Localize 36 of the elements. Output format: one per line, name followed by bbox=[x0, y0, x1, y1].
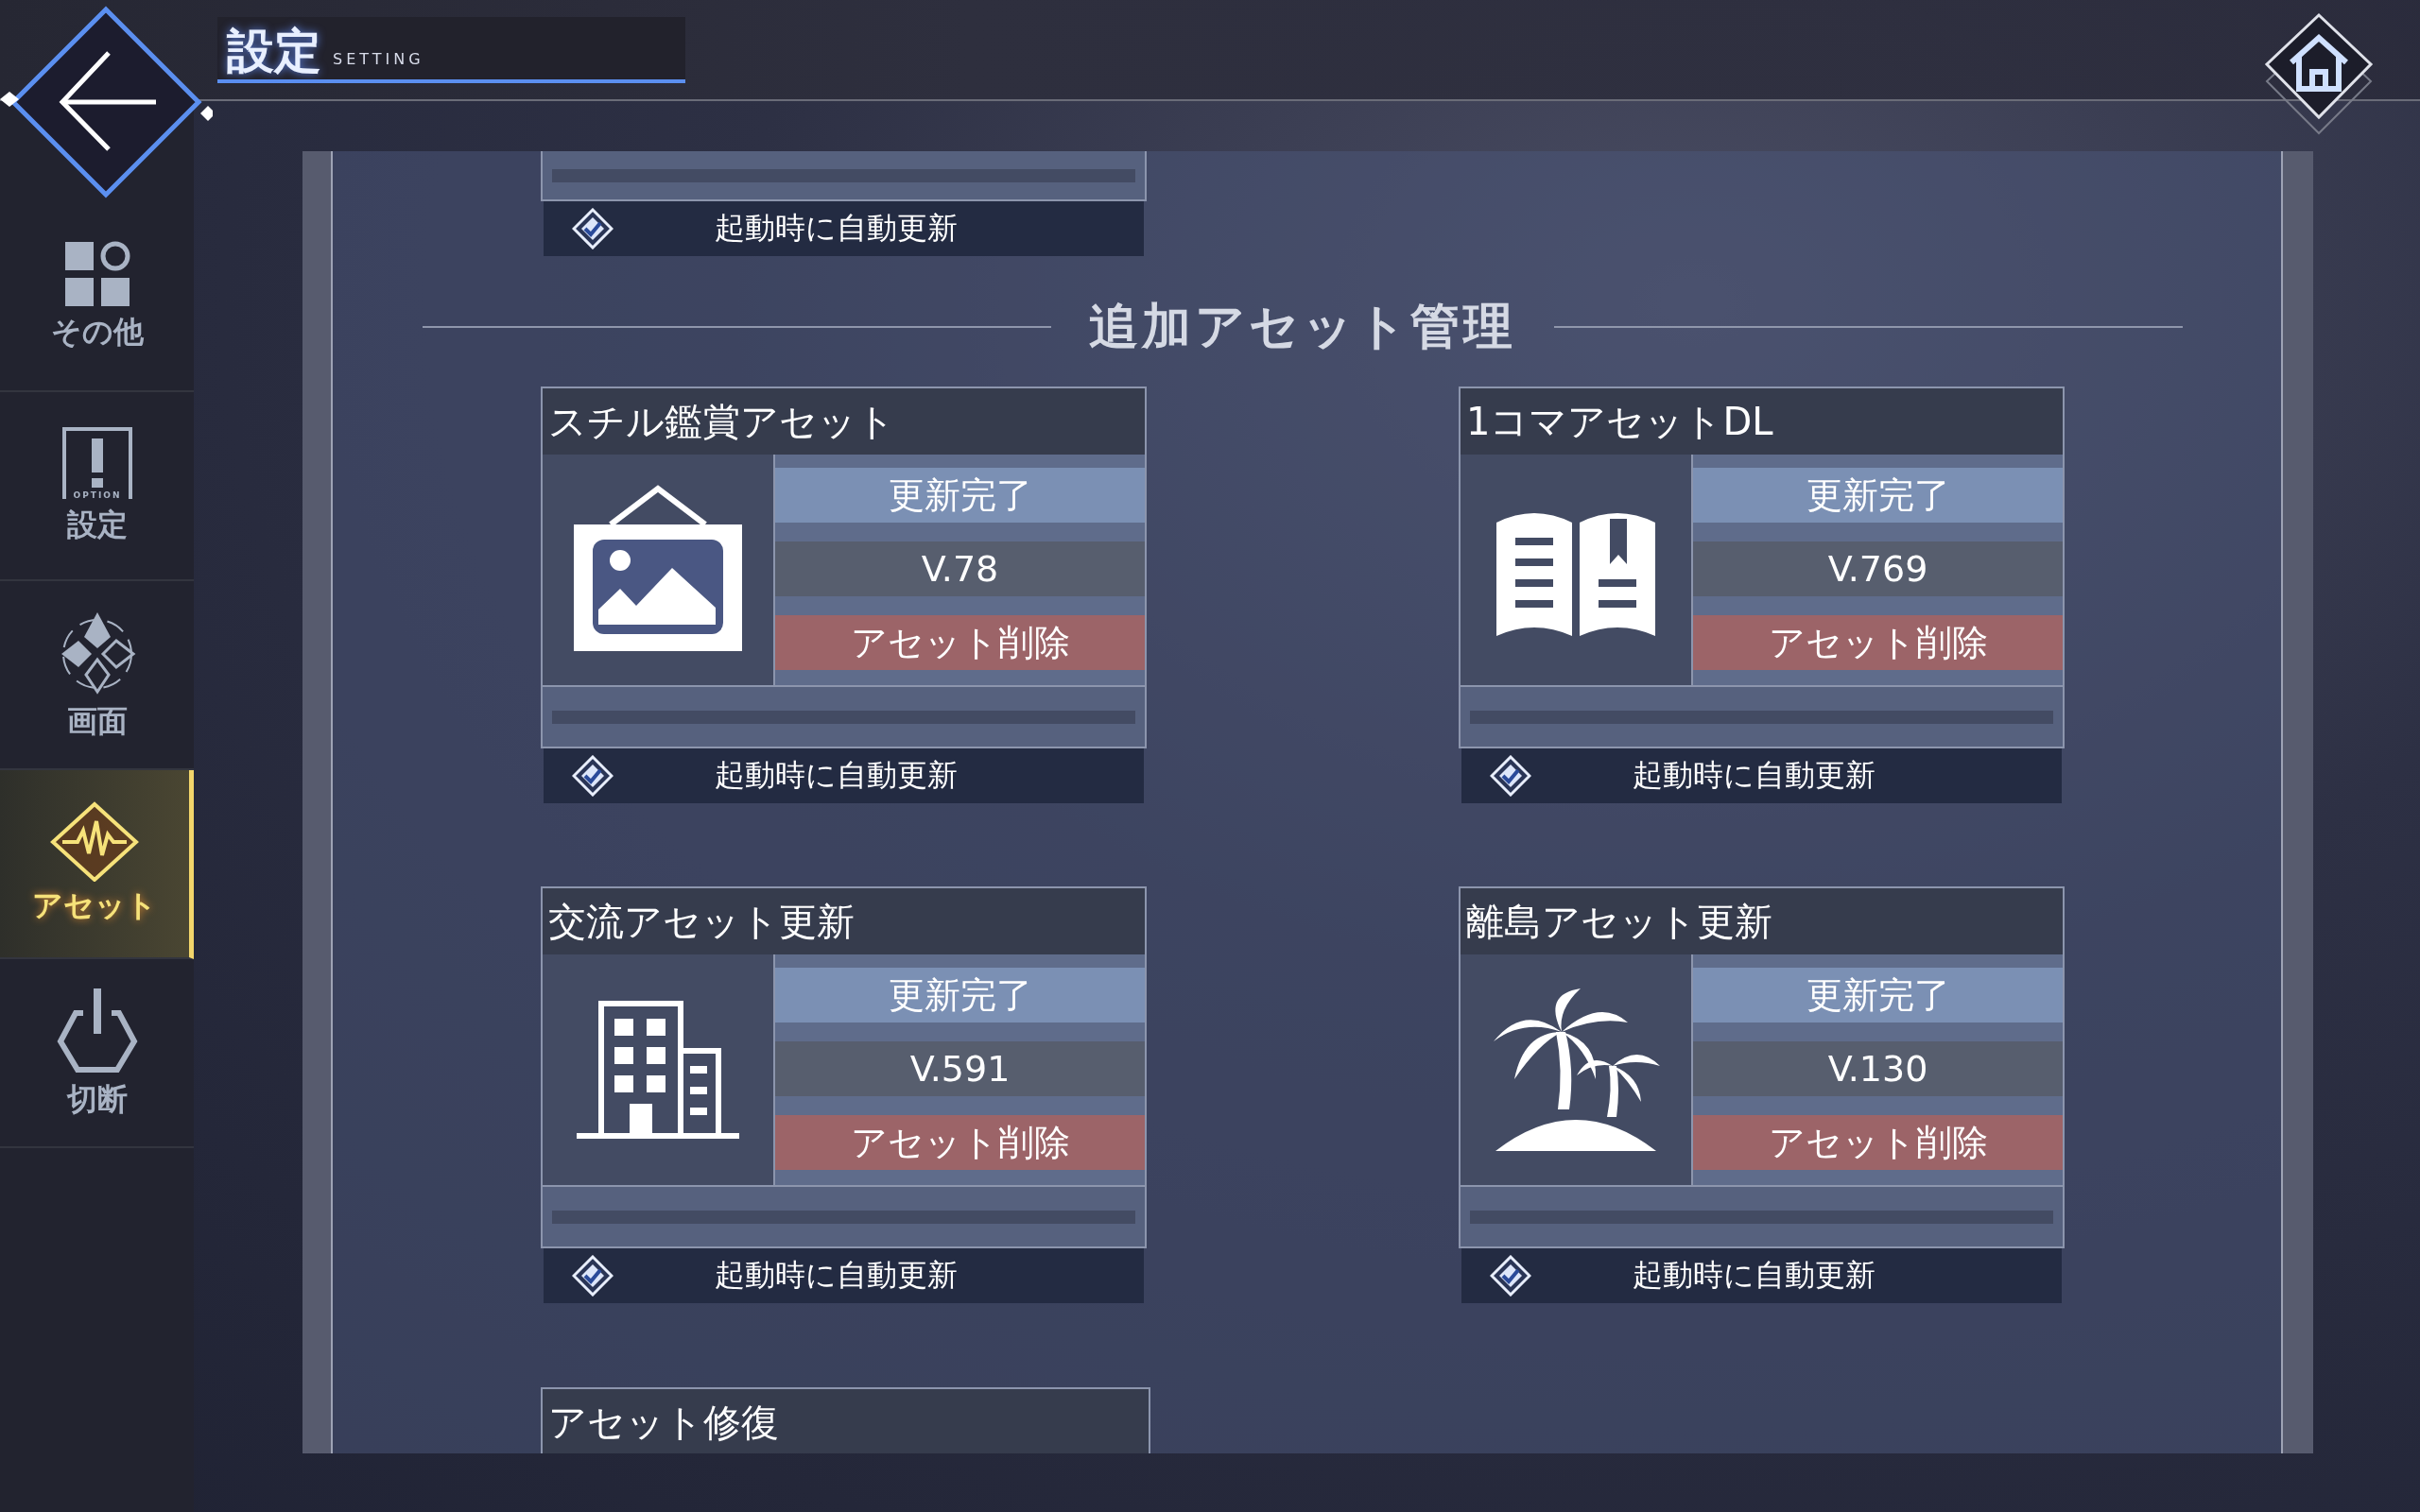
version-label: V.78 bbox=[775, 541, 1145, 596]
sidebar-tab[interactable]: その他 bbox=[0, 203, 194, 392]
delete-button[interactable]: アセット削除 bbox=[775, 615, 1145, 670]
page-title: 設定 bbox=[227, 23, 321, 79]
version-label: V.769 bbox=[1693, 541, 2063, 596]
card-title: スチル鑑賞アセット bbox=[543, 388, 1145, 455]
delete-button[interactable]: アセット削除 bbox=[1693, 1115, 2063, 1170]
grid-icon bbox=[62, 240, 131, 308]
checkbox-icon[interactable] bbox=[572, 755, 614, 797]
sidebar-tab[interactable]: 切断 bbox=[0, 959, 194, 1148]
status-label: 更新完了 bbox=[775, 968, 1145, 1022]
checkbox-icon[interactable] bbox=[572, 1255, 614, 1297]
pulse-diamond-icon bbox=[49, 800, 140, 882]
sidebar-tab[interactable]: アセット bbox=[0, 770, 194, 959]
status-label: 更新完了 bbox=[1693, 968, 2063, 1022]
checkbox-icon[interactable] bbox=[1490, 1255, 1531, 1297]
card-title: 1コマアセットDL bbox=[1461, 388, 2063, 455]
checkbox-icon[interactable] bbox=[572, 208, 614, 249]
page-subtitle: SETTING bbox=[333, 50, 424, 68]
section-title: 追加アセット管理 bbox=[1089, 296, 1516, 356]
version-label: V.591 bbox=[775, 1041, 1145, 1096]
version-label: V.130 bbox=[1693, 1041, 2063, 1096]
auto-update-toggle[interactable]: 起動時に自動更新 bbox=[544, 201, 1144, 256]
auto-update-toggle[interactable]: 起動時に自動更新 bbox=[544, 1248, 1144, 1303]
auto-update-toggle[interactable]: 起動時に自動更新 bbox=[1461, 748, 2062, 803]
delete-button[interactable]: アセット削除 bbox=[775, 1115, 1145, 1170]
status-label: 更新完了 bbox=[775, 468, 1145, 523]
card-title: 離島アセット更新 bbox=[1461, 888, 2063, 954]
status-label: 更新完了 bbox=[1693, 468, 2063, 523]
card-title: アセット修復 bbox=[543, 1389, 1149, 1453]
auto-update-toggle[interactable]: 起動時に自動更新 bbox=[544, 748, 1144, 803]
card-title: 交流アセット更新 bbox=[543, 888, 1145, 954]
auto-update-toggle[interactable]: 起動時に自動更新 bbox=[1461, 1248, 2062, 1303]
checkbox-icon[interactable] bbox=[1490, 755, 1531, 797]
delete-button[interactable]: アセット削除 bbox=[1693, 615, 2063, 670]
sidebar-tab[interactable]: OPTION 設定 bbox=[0, 392, 194, 581]
